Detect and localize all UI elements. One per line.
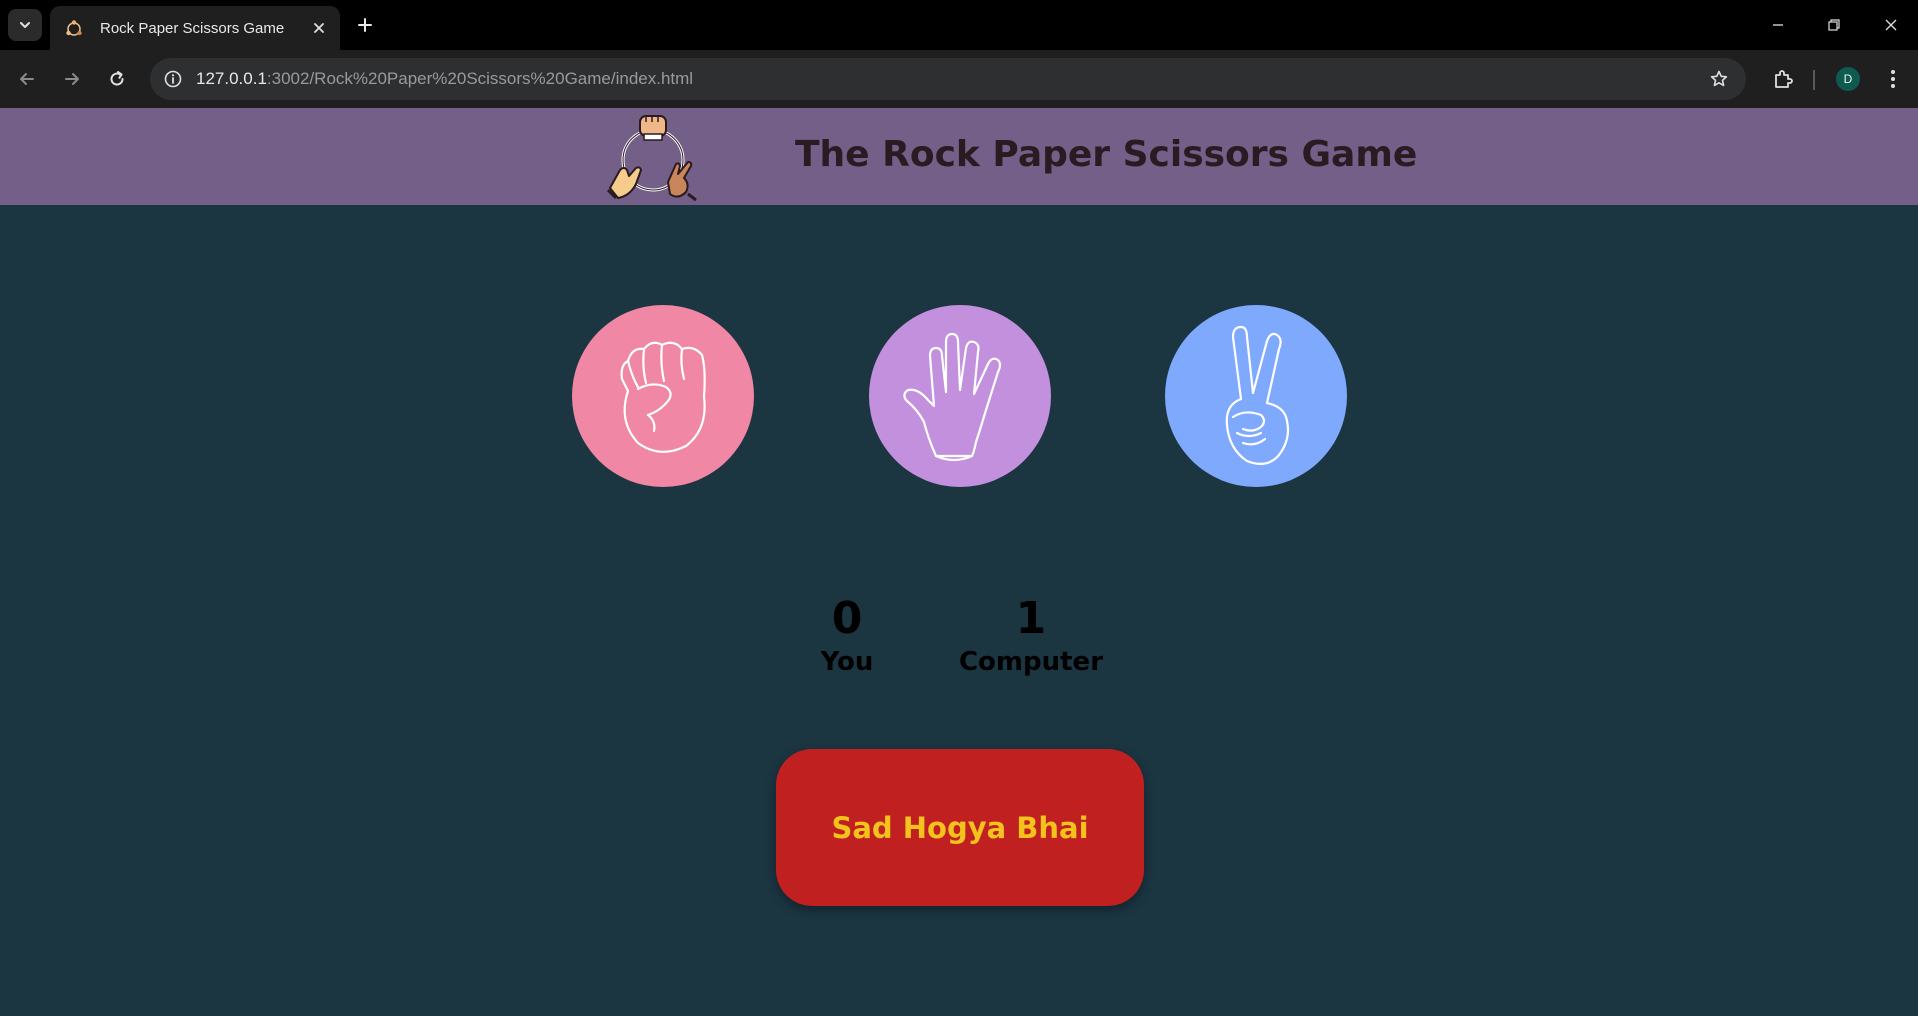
scissors-hand-icon	[1225, 325, 1290, 466]
toolbar-divider	[1813, 70, 1815, 90]
forward-button[interactable]	[55, 62, 89, 96]
star-icon	[1710, 70, 1728, 87]
minimize-icon	[1773, 24, 1783, 26]
paper-choice[interactable]	[869, 305, 1051, 487]
url-host: 127.0.0.1	[196, 69, 267, 88]
browser-tab-strip: Rock Paper Scissors Game	[0, 0, 1918, 50]
address-bar[interactable]: 127.0.0.1:3002/Rock%20Paper%20Scissors%2…	[150, 58, 1746, 100]
arrow-left-icon	[20, 73, 34, 85]
reload-button[interactable]	[100, 62, 134, 96]
page-title: The Rock Paper Scissors Game	[795, 134, 1418, 175]
puzzle-icon	[1775, 70, 1793, 88]
chevron-down-icon	[20, 22, 30, 28]
tab-title: Rock Paper Scissors Game	[100, 19, 285, 37]
scissors-choice[interactable]	[1165, 305, 1347, 487]
reload-icon	[110, 71, 124, 86]
user-score: 0	[831, 593, 863, 644]
close-icon	[314, 23, 324, 33]
close-window-icon	[1885, 19, 1897, 31]
restore-button[interactable]	[1817, 8, 1851, 42]
result-message: Sad Hogya Bhai	[776, 749, 1144, 906]
restore-icon	[1828, 19, 1840, 31]
browser-toolbar: 127.0.0.1:3002/Rock%20Paper%20Scissors%2…	[0, 50, 1918, 108]
computer-score: 1	[1015, 593, 1047, 644]
bookmark-star-button[interactable]	[1706, 66, 1732, 92]
new-tab-button[interactable]	[352, 12, 378, 38]
rock-fist-icon	[620, 341, 706, 453]
user-score-block: 0 You	[821, 594, 874, 680]
user-score-label: You	[820, 647, 874, 677]
tab-search-button[interactable]	[8, 9, 42, 41]
arrow-right-icon	[65, 73, 79, 85]
url-text: 127.0.0.1:3002/Rock%20Paper%20Scissors%2…	[196, 69, 693, 89]
browser-menu-button[interactable]	[1876, 62, 1910, 96]
active-tab[interactable]: Rock Paper Scissors Game	[50, 6, 340, 50]
minimize-button[interactable]	[1761, 8, 1795, 42]
extensions-button[interactable]	[1766, 62, 1800, 96]
plus-icon	[358, 18, 372, 32]
paper-hand-icon	[903, 332, 1002, 462]
rock-paper-scissors-logo-icon	[606, 115, 697, 202]
favicon-icon	[64, 18, 84, 38]
back-button[interactable]	[10, 62, 44, 96]
tab-close-button[interactable]	[308, 17, 330, 39]
page-header: The Rock Paper Scissors Game	[0, 108, 1918, 205]
rock-choice[interactable]	[572, 305, 754, 487]
url-path: :3002/Rock%20Paper%20Scissors%20Game/ind…	[266, 69, 694, 88]
profile-avatar[interactable]: D	[1836, 67, 1860, 91]
site-info-icon[interactable]	[160, 66, 186, 92]
computer-score-block: 1 Computer	[959, 594, 1103, 680]
close-window-button[interactable]	[1874, 8, 1908, 42]
computer-score-label: Computer	[958, 647, 1104, 677]
more-vert-icon	[1891, 70, 1895, 88]
game-page: The Rock Paper Scissors Game 0 You 1 Com…	[0, 108, 1918, 1016]
